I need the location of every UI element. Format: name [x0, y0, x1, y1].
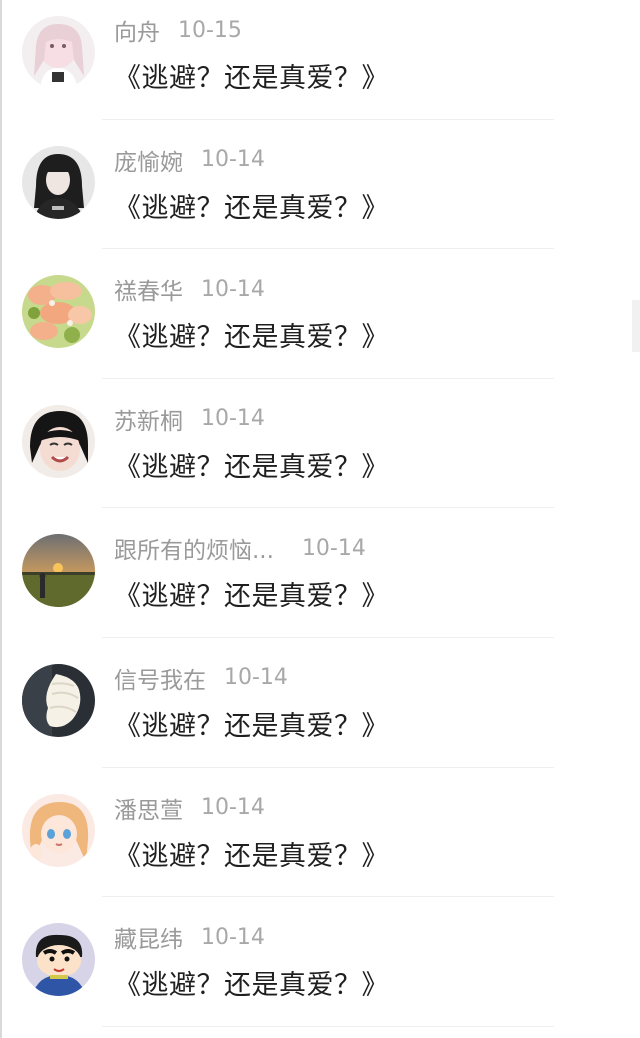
comment-text: 《逃避？还是真爱？》 [114, 970, 389, 1002]
comment-meta: 跟所有的烦恼... 10-14 [114, 531, 366, 565]
comment-meta: 潘思萱 10-14 [114, 792, 265, 824]
user-name[interactable]: 潘思萱 [114, 791, 183, 825]
avatar-girl-pink-icon[interactable] [22, 16, 95, 89]
user-name[interactable]: 禚春华 [114, 272, 183, 306]
user-name[interactable]: 向舟 [114, 13, 160, 47]
divider [102, 248, 554, 250]
avatar-food-icon[interactable] [22, 275, 95, 349]
divider [102, 507, 554, 509]
comment-item[interactable]: 信号我在 10-14 《逃避？还是真爱？》 [2, 648, 640, 778]
user-name[interactable]: 信号我在 [114, 661, 206, 695]
comment-item[interactable]: 庞愉婉 10-14 《逃避？还是真爱？》 [2, 130, 640, 260]
divider [102, 377, 554, 379]
comment-text: 《逃避？还是真爱？》 [114, 581, 389, 613]
avatar-smiling-girl-icon[interactable] [22, 404, 95, 478]
user-name[interactable]: 跟所有的烦恼... [114, 531, 274, 565]
user-name[interactable]: 苏新桐 [114, 402, 183, 436]
comment-list: 向舟 10-15 《逃避？还是真爱？》 庞愉婉 10-14 《逃避？还是真爱？》… [2, 0, 640, 1037]
divider [102, 636, 554, 638]
comment-item[interactable]: 跟所有的烦恼... 10-14 《逃避？还是真爱？》 [2, 518, 640, 648]
comment-text: 《逃避？还是真爱？》 [114, 322, 389, 354]
comment-item[interactable]: 藏昆纬 10-14 《逃避？还是真爱？》 [2, 907, 640, 1037]
comment-page: 向舟 10-15 《逃避？还是真爱？》 庞愉婉 10-14 《逃避？还是真爱？》… [0, 0, 640, 1038]
comment-text: 《逃避？还是真爱？》 [114, 451, 389, 483]
avatar-anime-girl-icon[interactable] [22, 793, 95, 867]
user-name[interactable]: 庞愉婉 [114, 143, 183, 177]
comment-meta: 禚春华 10-14 [114, 272, 265, 306]
comment-meta: 苏新桐 10-14 [114, 403, 265, 435]
comment-item[interactable]: 潘思萱 10-14 《逃避？还是真爱？》 [2, 778, 640, 908]
divider [102, 118, 554, 120]
avatar-girl-dark-icon[interactable] [22, 145, 95, 219]
comment-item[interactable]: 向舟 10-15 《逃避？还是真爱？》 [2, 0, 640, 130]
comment-date: 10-15 [178, 17, 242, 43]
comment-date: 10-14 [201, 276, 265, 302]
comment-date: 10-14 [201, 147, 265, 173]
divider [102, 766, 554, 768]
comment-text: 《逃避？还是真爱？》 [114, 840, 389, 872]
avatar-cartoon-boy-icon[interactable] [22, 923, 95, 997]
comment-meta: 藏昆纬 10-14 [114, 920, 265, 954]
avatar-sunset-field-icon[interactable] [22, 534, 95, 608]
avatar-ice-cream-icon[interactable] [22, 663, 95, 737]
comment-item[interactable]: 苏新桐 10-14 《逃避？还是真爱？》 [2, 389, 640, 519]
user-name[interactable]: 藏昆纬 [114, 920, 183, 954]
comment-date: 10-14 [201, 924, 265, 950]
comment-date: 10-14 [201, 795, 265, 821]
comment-item[interactable]: 禚春华 10-14 《逃避？还是真爱？》 [2, 259, 640, 389]
comment-meta: 信号我在 10-14 [114, 662, 288, 694]
comment-text: 《逃避？还是真爱？》 [114, 192, 389, 224]
comment-meta: 庞愉婉 10-14 [114, 144, 265, 176]
comment-text: 《逃避？还是真爱？》 [114, 63, 389, 94]
divider [102, 896, 554, 898]
comment-text: 《逃避？还是真爱？》 [114, 710, 389, 742]
scrollbar[interactable] [632, 300, 640, 352]
comment-date: 10-14 [201, 406, 265, 432]
comment-date: 10-14 [301, 535, 366, 561]
comment-date: 10-14 [224, 665, 288, 691]
divider [102, 1025, 554, 1027]
comment-meta: 向舟 10-15 [114, 13, 242, 47]
